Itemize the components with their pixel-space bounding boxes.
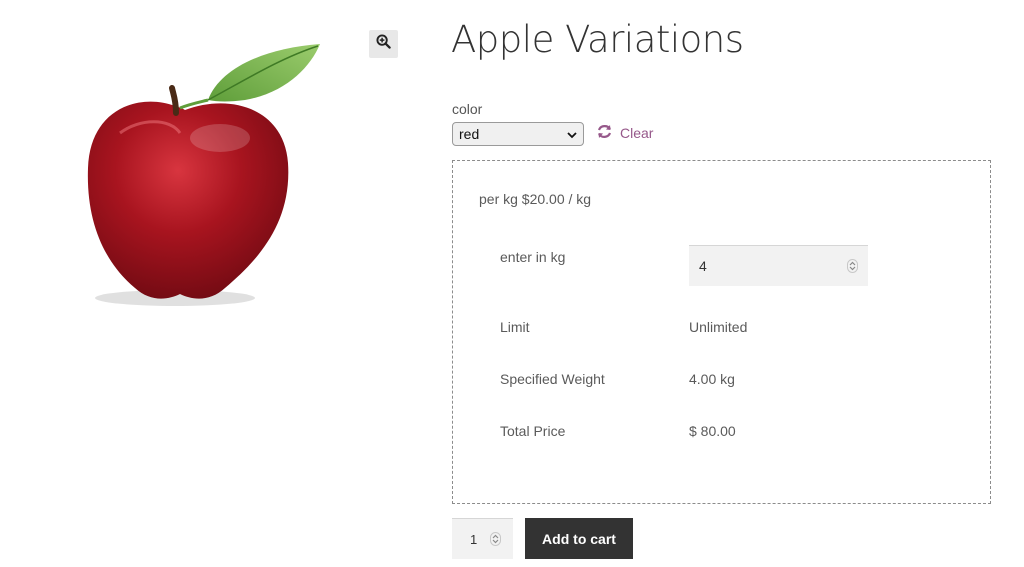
- quantity-spinner-icon[interactable]: [490, 532, 501, 546]
- unit-price: per kg $20.00 / kg: [479, 191, 592, 207]
- clear-label: Clear: [620, 125, 654, 141]
- specified-weight-label: Specified Weight: [500, 371, 605, 387]
- add-to-cart-button[interactable]: Add to cart: [525, 518, 633, 559]
- kg-input[interactable]: 4: [689, 245, 868, 286]
- kg-input-value: 4: [699, 258, 707, 274]
- chevron-down-icon: [567, 126, 577, 142]
- limit-label: Limit: [500, 319, 530, 335]
- total-price-label: Total Price: [500, 423, 566, 439]
- spinner-icon[interactable]: [847, 259, 858, 273]
- limit-value: Unlimited: [689, 319, 748, 335]
- color-select-value: red: [459, 126, 480, 142]
- product-title: Apple Variations: [451, 18, 744, 61]
- enter-kg-label: enter in kg: [500, 249, 566, 265]
- quantity-value: 1: [470, 531, 478, 547]
- clear-variation-link[interactable]: Clear: [596, 122, 653, 144]
- total-price-value: $ 80.00: [689, 423, 736, 439]
- refresh-icon: [596, 124, 613, 142]
- specified-weight-value: 4.00 kg: [689, 371, 735, 387]
- zoom-in-icon: [376, 34, 391, 54]
- color-select[interactable]: red: [452, 122, 584, 146]
- quantity-input[interactable]: 1: [452, 518, 513, 559]
- zoom-button[interactable]: [369, 30, 398, 58]
- product-image[interactable]: [80, 38, 330, 313]
- attribute-label: color: [452, 101, 483, 117]
